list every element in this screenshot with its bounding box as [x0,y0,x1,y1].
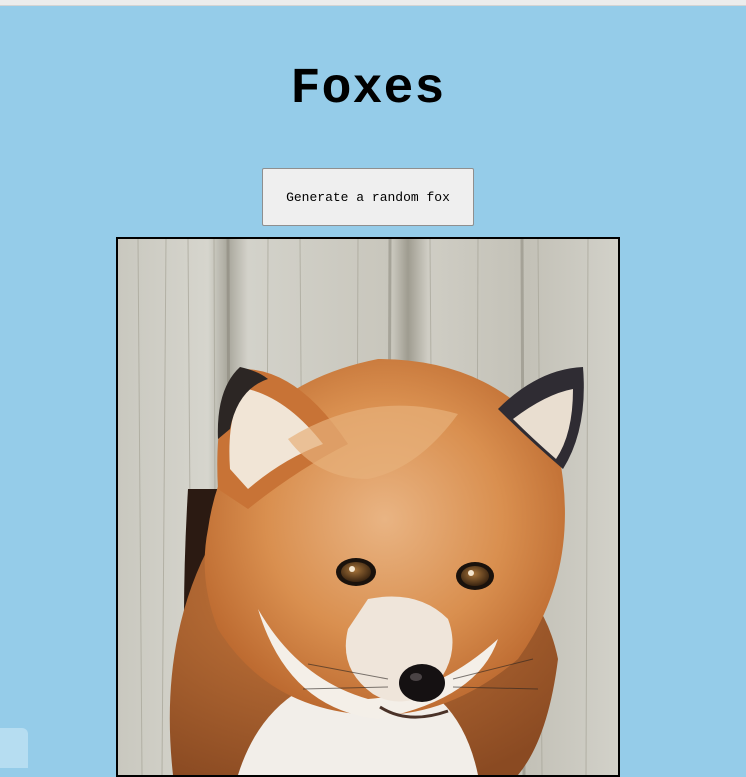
fox-right-eye [461,566,489,586]
floating-tab[interactable] [0,728,28,768]
generate-random-fox-button[interactable]: Generate a random fox [262,168,474,226]
fox-nose [399,664,445,702]
browser-top-edge [0,0,746,6]
fox-image [116,237,620,777]
page-title: Foxes [290,61,446,118]
fox-left-eye [341,562,371,582]
